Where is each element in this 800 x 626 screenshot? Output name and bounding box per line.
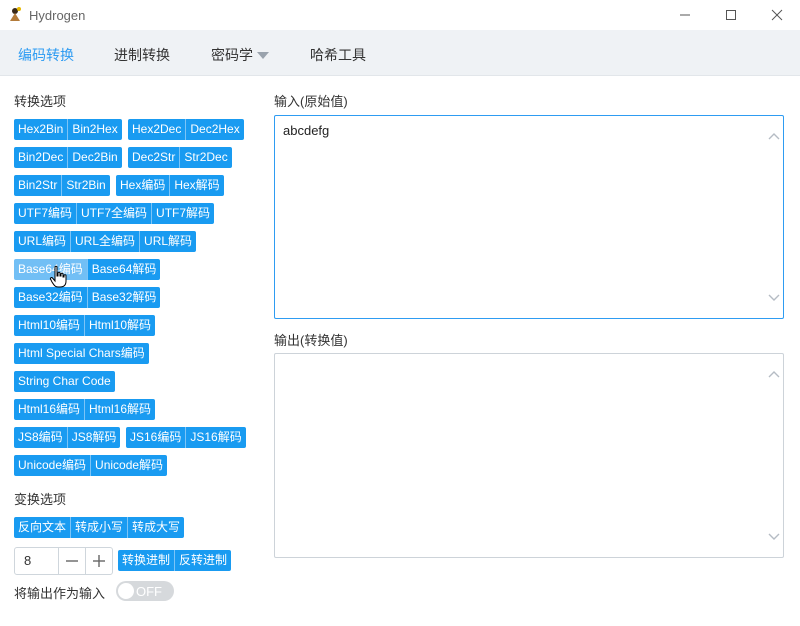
convert-options-title: 转换选项 — [14, 94, 67, 109]
dec2hex-button[interactable]: Dec2Hex — [185, 119, 244, 140]
dec2str-button[interactable]: Dec2Str — [128, 147, 180, 168]
scroll-up-icon[interactable] — [768, 369, 780, 379]
toggle-state-text: OFF — [136, 584, 162, 599]
url-full-encode-button[interactable]: URL全编码 — [70, 231, 140, 252]
html16-decode-button[interactable]: Html16解码 — [84, 399, 156, 420]
button-group: Bin2Dec Dec2Bin — [14, 147, 122, 168]
menu-item-label: 进制转换 — [114, 47, 170, 63]
scroll-down-icon[interactable] — [768, 532, 780, 542]
stepper-input[interactable]: 8 — [15, 548, 58, 574]
reverse-text-button[interactable]: 反向文本 — [14, 517, 71, 538]
increment-button[interactable] — [85, 548, 112, 574]
hex-decode-button[interactable]: Hex解码 — [169, 175, 224, 196]
base32-decode-button[interactable]: Base32解码 — [86, 287, 161, 308]
url-encode-button[interactable]: URL编码 — [14, 231, 71, 252]
convert-base-button[interactable]: 转换进制 — [118, 550, 175, 571]
maximize-button[interactable] — [708, 0, 754, 30]
hand-pointer-icon — [49, 265, 67, 288]
html16-encode-button[interactable]: Html16编码 — [14, 399, 85, 420]
dec2bin-button[interactable]: Dec2Bin — [67, 147, 122, 168]
string-char-code-button[interactable]: String Char Code — [14, 371, 115, 392]
button-group: Html Special Chars编码 — [14, 343, 149, 364]
window-title: Hydrogen — [29, 8, 86, 23]
js8-encode-button[interactable]: JS8编码 — [14, 427, 67, 448]
bin2hex-button[interactable]: Bin2Hex — [67, 119, 122, 140]
unicode-encode-button[interactable]: Unicode编码 — [14, 455, 91, 476]
js16-encode-button[interactable]: JS16编码 — [126, 427, 186, 448]
button-group: URL编码 URL全编码 URL解码 — [14, 231, 197, 252]
url-decode-button[interactable]: URL解码 — [139, 231, 197, 252]
maximize-icon — [726, 10, 736, 20]
button-group: Hex编码 Hex解码 — [116, 175, 224, 196]
menu-item-base-conversion[interactable]: 进制转换 — [114, 45, 170, 65]
button-group: Bin2Str Str2Bin — [14, 175, 110, 196]
output-label: 输出(转换值) — [274, 333, 348, 348]
base-stepper: 8 — [14, 547, 113, 575]
input-textarea[interactable]: abcdefg — [274, 115, 784, 319]
html-special-chars-encode-button[interactable]: Html Special Chars编码 — [14, 343, 149, 364]
app-logo-icon — [10, 7, 21, 21]
unicode-decode-button[interactable]: Unicode解码 — [90, 455, 168, 476]
button-group: UTF7编码 UTF7全编码 UTF7解码 — [14, 203, 215, 224]
menu-item-cryptography[interactable]: 密码学 — [211, 45, 269, 65]
menu-item-label: 编码转换 — [18, 47, 74, 63]
plus-icon — [93, 555, 106, 567]
hex2bin-button[interactable]: Hex2Bin — [14, 119, 68, 140]
button-group: 反向文本 转成小写 转成大写 — [14, 517, 185, 538]
button-group: 转换进制 反转进制 — [118, 550, 232, 571]
button-group: Hex2Dec Dec2Hex — [128, 119, 244, 140]
output-as-input-toggle[interactable]: OFF — [116, 581, 174, 601]
html10-encode-button[interactable]: Html10编码 — [14, 315, 85, 336]
decrement-button[interactable] — [58, 548, 85, 574]
menu-item-hash-tools[interactable]: 哈希工具 — [310, 45, 366, 65]
input-label: 输入(原始值) — [274, 94, 348, 109]
chevron-down-icon — [257, 51, 269, 59]
bin2dec-button[interactable]: Bin2Dec — [14, 147, 68, 168]
close-button[interactable] — [754, 0, 800, 30]
js16-decode-button[interactable]: JS16解码 — [185, 427, 246, 448]
str2bin-button[interactable]: Str2Bin — [61, 175, 110, 196]
button-group: Html10编码 Html10解码 — [14, 315, 156, 336]
button-group: Unicode编码 Unicode解码 — [14, 455, 168, 476]
utf7-decode-button[interactable]: UTF7解码 — [151, 203, 215, 224]
button-group: JS8编码 JS8解码 — [14, 427, 121, 448]
button-group: Base64编码 Base64解码 — [14, 259, 161, 280]
button-group: Dec2Str Str2Dec — [128, 147, 232, 168]
scroll-down-icon[interactable] — [768, 293, 780, 303]
input-text: abcdefg — [283, 123, 330, 138]
utf7-full-encode-button[interactable]: UTF7全编码 — [76, 203, 152, 224]
utf7-encode-button[interactable]: UTF7编码 — [14, 203, 77, 224]
menu-item-label: 密码学 — [211, 47, 253, 63]
reverse-base-button[interactable]: 反转进制 — [174, 550, 232, 571]
html10-decode-button[interactable]: Html10解码 — [84, 315, 156, 336]
js8-decode-button[interactable]: JS8解码 — [66, 427, 121, 448]
minimize-icon — [680, 14, 690, 16]
output-textarea[interactable] — [274, 353, 784, 558]
str2dec-button[interactable]: Str2Dec — [179, 147, 232, 168]
hex-encode-button[interactable]: Hex编码 — [116, 175, 170, 196]
menu-item-label: 哈希工具 — [310, 47, 366, 63]
to-uppercase-button[interactable]: 转成大写 — [127, 517, 185, 538]
base64-decode-button[interactable]: Base64解码 — [86, 259, 161, 280]
toggle-knob — [118, 583, 134, 599]
scroll-up-icon[interactable] — [768, 131, 780, 141]
bin2str-button[interactable]: Bin2Str — [14, 175, 62, 196]
menu-bar: 编码转换 进制转换 密码学 哈希工具 — [0, 30, 800, 76]
button-group: Html16编码 Html16解码 — [14, 399, 156, 420]
button-group: Hex2Bin Bin2Hex — [14, 119, 122, 140]
button-group: String Char Code — [14, 371, 115, 392]
minimize-button[interactable] — [662, 0, 708, 30]
base32-encode-button[interactable]: Base32编码 — [14, 287, 87, 308]
button-group: Base32编码 Base32解码 — [14, 287, 161, 308]
output-as-input-label: 将输出作为输入 — [14, 586, 106, 601]
to-lowercase-button[interactable]: 转成小写 — [70, 517, 128, 538]
hex2dec-button[interactable]: Hex2Dec — [128, 119, 186, 140]
close-icon — [771, 9, 783, 21]
button-group: JS16编码 JS16解码 — [126, 427, 246, 448]
minus-icon — [66, 560, 79, 562]
title-bar: Hydrogen — [0, 0, 800, 30]
transform-options-title: 变换选项 — [14, 492, 67, 507]
menu-item-encoding[interactable]: 编码转换 — [18, 45, 74, 65]
